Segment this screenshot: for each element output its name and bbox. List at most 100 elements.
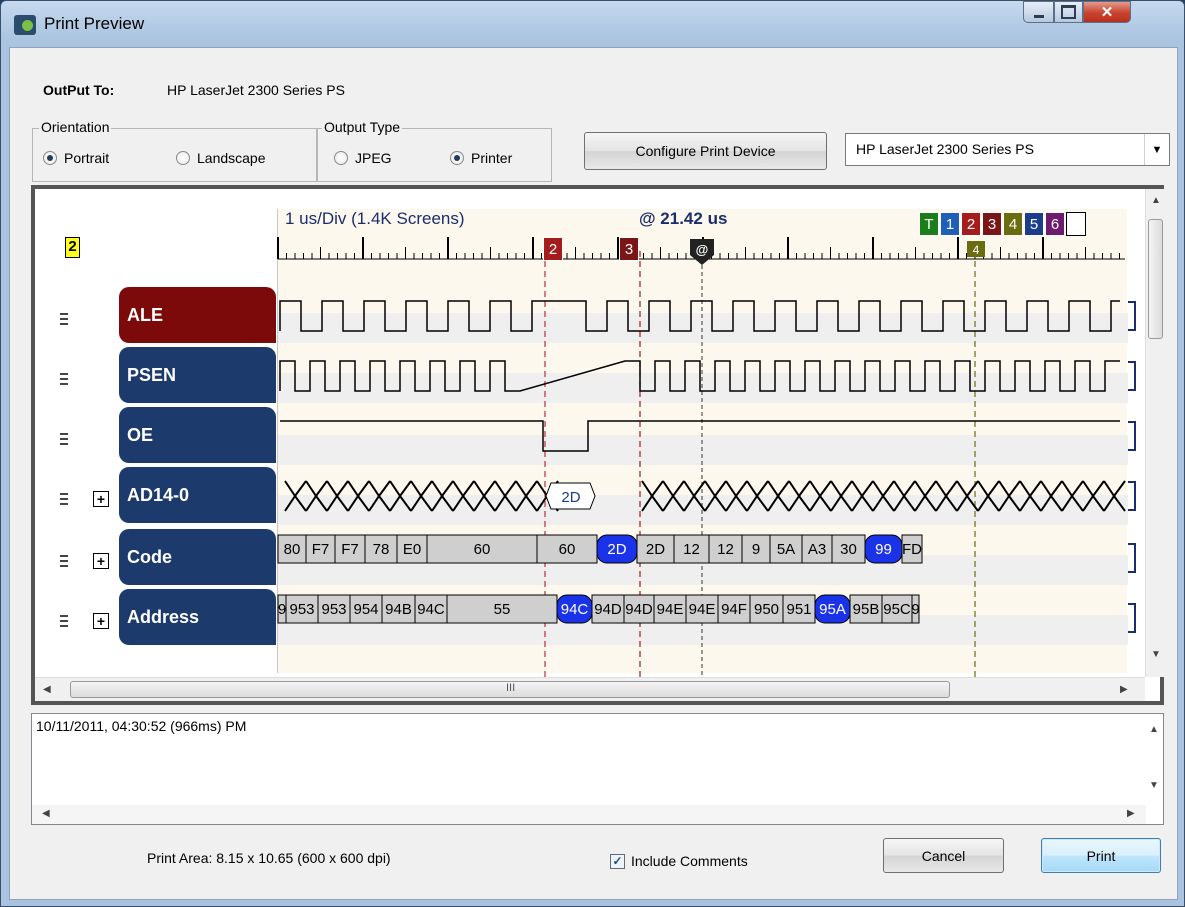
- comments-horizontal-scrollbar[interactable]: ◀ ▶: [32, 805, 1146, 824]
- output-type-title: Output Type: [322, 119, 403, 135]
- bus-cell-value: 95A: [819, 601, 846, 618]
- output-to-value: HP LaserJet 2300 Series PS: [167, 82, 345, 98]
- include-comments-checkbox[interactable]: ✓ Include Comments: [610, 853, 748, 869]
- lane-label-ad14-0[interactable]: AD14-0: [119, 467, 276, 523]
- bus-cell-value: 94E: [689, 601, 716, 618]
- lane-label-address[interactable]: Address: [119, 589, 276, 645]
- lane-label-code[interactable]: Code: [119, 529, 276, 585]
- bus-cell-value: 60: [559, 541, 576, 558]
- jpeg-radio[interactable]: JPEG: [334, 150, 392, 166]
- bus-cell-value: A3: [808, 541, 826, 558]
- output-to-label: OutPut To:: [43, 82, 115, 98]
- lane-end-marker: [1128, 421, 1136, 451]
- bus-cell-value: 9: [911, 601, 919, 618]
- print-area-label: Print Area: 8.15 x 10.65 (600 x 600 dpi): [147, 850, 391, 866]
- maximize-button[interactable]: [1054, 1, 1083, 23]
- bus-cell-value: 5A: [777, 541, 795, 558]
- bus-cell-value: 12: [683, 541, 700, 558]
- portrait-radio-dot: [43, 151, 57, 165]
- bus-cell-value: 99: [875, 541, 892, 558]
- ale-waveform: [279, 300, 1120, 332]
- trigger-cursor-label: @: [696, 242, 709, 257]
- expand-bus-button[interactable]: +: [93, 613, 109, 629]
- landscape-radio-dot: [176, 151, 190, 165]
- comments-vertical-scrollbar[interactable]: ▲ ▼: [1144, 714, 1163, 806]
- drag-handle-icon[interactable]: [60, 615, 68, 627]
- landscape-radio[interactable]: Landscape: [176, 150, 266, 166]
- scroll-down-icon[interactable]: ▼: [1149, 780, 1159, 791]
- bus-cell-value: 953: [321, 601, 346, 618]
- printer-label: Printer: [471, 150, 513, 166]
- dialog-body: OutPut To: HP LaserJet 2300 Series PS Or…: [9, 47, 1178, 900]
- minimize-button[interactable]: [1023, 1, 1054, 23]
- bus-cell-value: E0: [403, 541, 421, 558]
- lane-label-ale[interactable]: ALE: [119, 287, 276, 343]
- printer-select[interactable]: HP LaserJet 2300 Series PS ▼: [845, 133, 1170, 166]
- print-button[interactable]: Print: [1041, 838, 1161, 873]
- vertical-scroll-thumb[interactable]: [1148, 219, 1163, 339]
- drag-handle-icon[interactable]: [60, 373, 68, 385]
- printer-radio[interactable]: Printer: [450, 150, 512, 166]
- bus-cell-value: 954: [353, 601, 378, 618]
- expand-bus-button[interactable]: +: [93, 491, 109, 507]
- scroll-up-icon[interactable]: ▲: [1151, 195, 1161, 206]
- bus-cell-value: F7: [312, 541, 330, 558]
- scroll-down-icon[interactable]: ▼: [1151, 649, 1161, 660]
- bus-cell-value: 55: [494, 601, 511, 618]
- scroll-right-icon[interactable]: ▶: [1120, 684, 1128, 695]
- cursor-2-marker[interactable]: 2: [543, 237, 563, 261]
- lane-label-oe[interactable]: OE: [119, 407, 276, 463]
- jpeg-label: JPEG: [355, 150, 392, 166]
- jpeg-radio-dot: [334, 151, 348, 165]
- bus-cell-value: 2D: [607, 541, 626, 558]
- bus-cell-value: 12: [717, 541, 734, 558]
- close-button[interactable]: ✕: [1083, 1, 1131, 23]
- bus-cell-value: 94C: [417, 601, 445, 618]
- bus-cell-value: 30: [840, 541, 857, 558]
- bus-cell-value: 9: [278, 601, 286, 618]
- oe-waveform: [280, 420, 1120, 452]
- comments-box[interactable]: 10/11/2011, 04:30:52 (966ms) PM ▲ ▼ ◀ ▶: [31, 713, 1164, 825]
- lane-label-psen[interactable]: PSEN: [119, 347, 276, 403]
- scroll-left-icon[interactable]: ◀: [42, 808, 50, 819]
- window-title: Print Preview: [44, 14, 145, 33]
- ad14-0-bus-waveform: [284, 480, 1126, 512]
- drag-handle-icon[interactable]: [60, 493, 68, 505]
- preview-canvas: 2 1 us/Div (1.4K Screens) @ 21.42 us T12…: [35, 189, 1145, 677]
- bus-cell-value: 950: [754, 601, 779, 618]
- checkbox-checked-icon[interactable]: ✓: [610, 853, 625, 869]
- horizontal-scroll-thumb[interactable]: III: [70, 681, 950, 698]
- print-preview-pane: 2 1 us/Div (1.4K Screens) @ 21.42 us T12…: [31, 185, 1164, 705]
- ad14-0-bus-value: 2D: [561, 489, 580, 506]
- portrait-label: Portrait: [64, 150, 110, 166]
- lane-end-marker: [1128, 603, 1136, 633]
- scroll-grip: III: [506, 682, 516, 694]
- bus-cell-value: 80: [284, 541, 301, 558]
- app-icon: [14, 15, 36, 35]
- landscape-label: Landscape: [197, 150, 266, 166]
- cancel-button[interactable]: Cancel: [883, 838, 1004, 873]
- close-icon: ✕: [1100, 4, 1114, 21]
- expand-bus-button[interactable]: +: [93, 553, 109, 569]
- portrait-radio[interactable]: Portrait: [43, 150, 109, 166]
- cursor-3-marker[interactable]: 3: [619, 237, 639, 261]
- orientation-title: Orientation: [39, 119, 112, 135]
- scroll-up-icon[interactable]: ▲: [1149, 724, 1159, 735]
- drag-handle-icon[interactable]: [60, 313, 68, 325]
- bus-cell-value: 94E: [657, 601, 684, 618]
- drag-handle-icon[interactable]: [60, 433, 68, 445]
- bus-cell-value: 94C: [561, 601, 589, 618]
- printer-select-value: HP LaserJet 2300 Series PS: [856, 141, 1034, 157]
- scroll-right-icon[interactable]: ▶: [1127, 808, 1135, 819]
- scroll-left-icon[interactable]: ◀: [43, 684, 51, 695]
- preview-horizontal-scrollbar[interactable]: ◀ III ▶: [35, 677, 1145, 701]
- include-comments-label: Include Comments: [631, 853, 748, 869]
- comments-text[interactable]: 10/11/2011, 04:30:52 (966ms) PM: [36, 718, 246, 734]
- configure-print-device-button[interactable]: Configure Print Device: [584, 132, 827, 170]
- bus-cell-value: 94F: [721, 601, 747, 618]
- chevron-down-icon[interactable]: ▼: [1144, 134, 1169, 165]
- lane-end-marker: [1128, 301, 1136, 331]
- drag-handle-icon[interactable]: [60, 555, 68, 567]
- title-bar[interactable]: Print Preview ✕: [1, 1, 1184, 47]
- preview-vertical-scrollbar[interactable]: ▲ ▼: [1145, 189, 1164, 677]
